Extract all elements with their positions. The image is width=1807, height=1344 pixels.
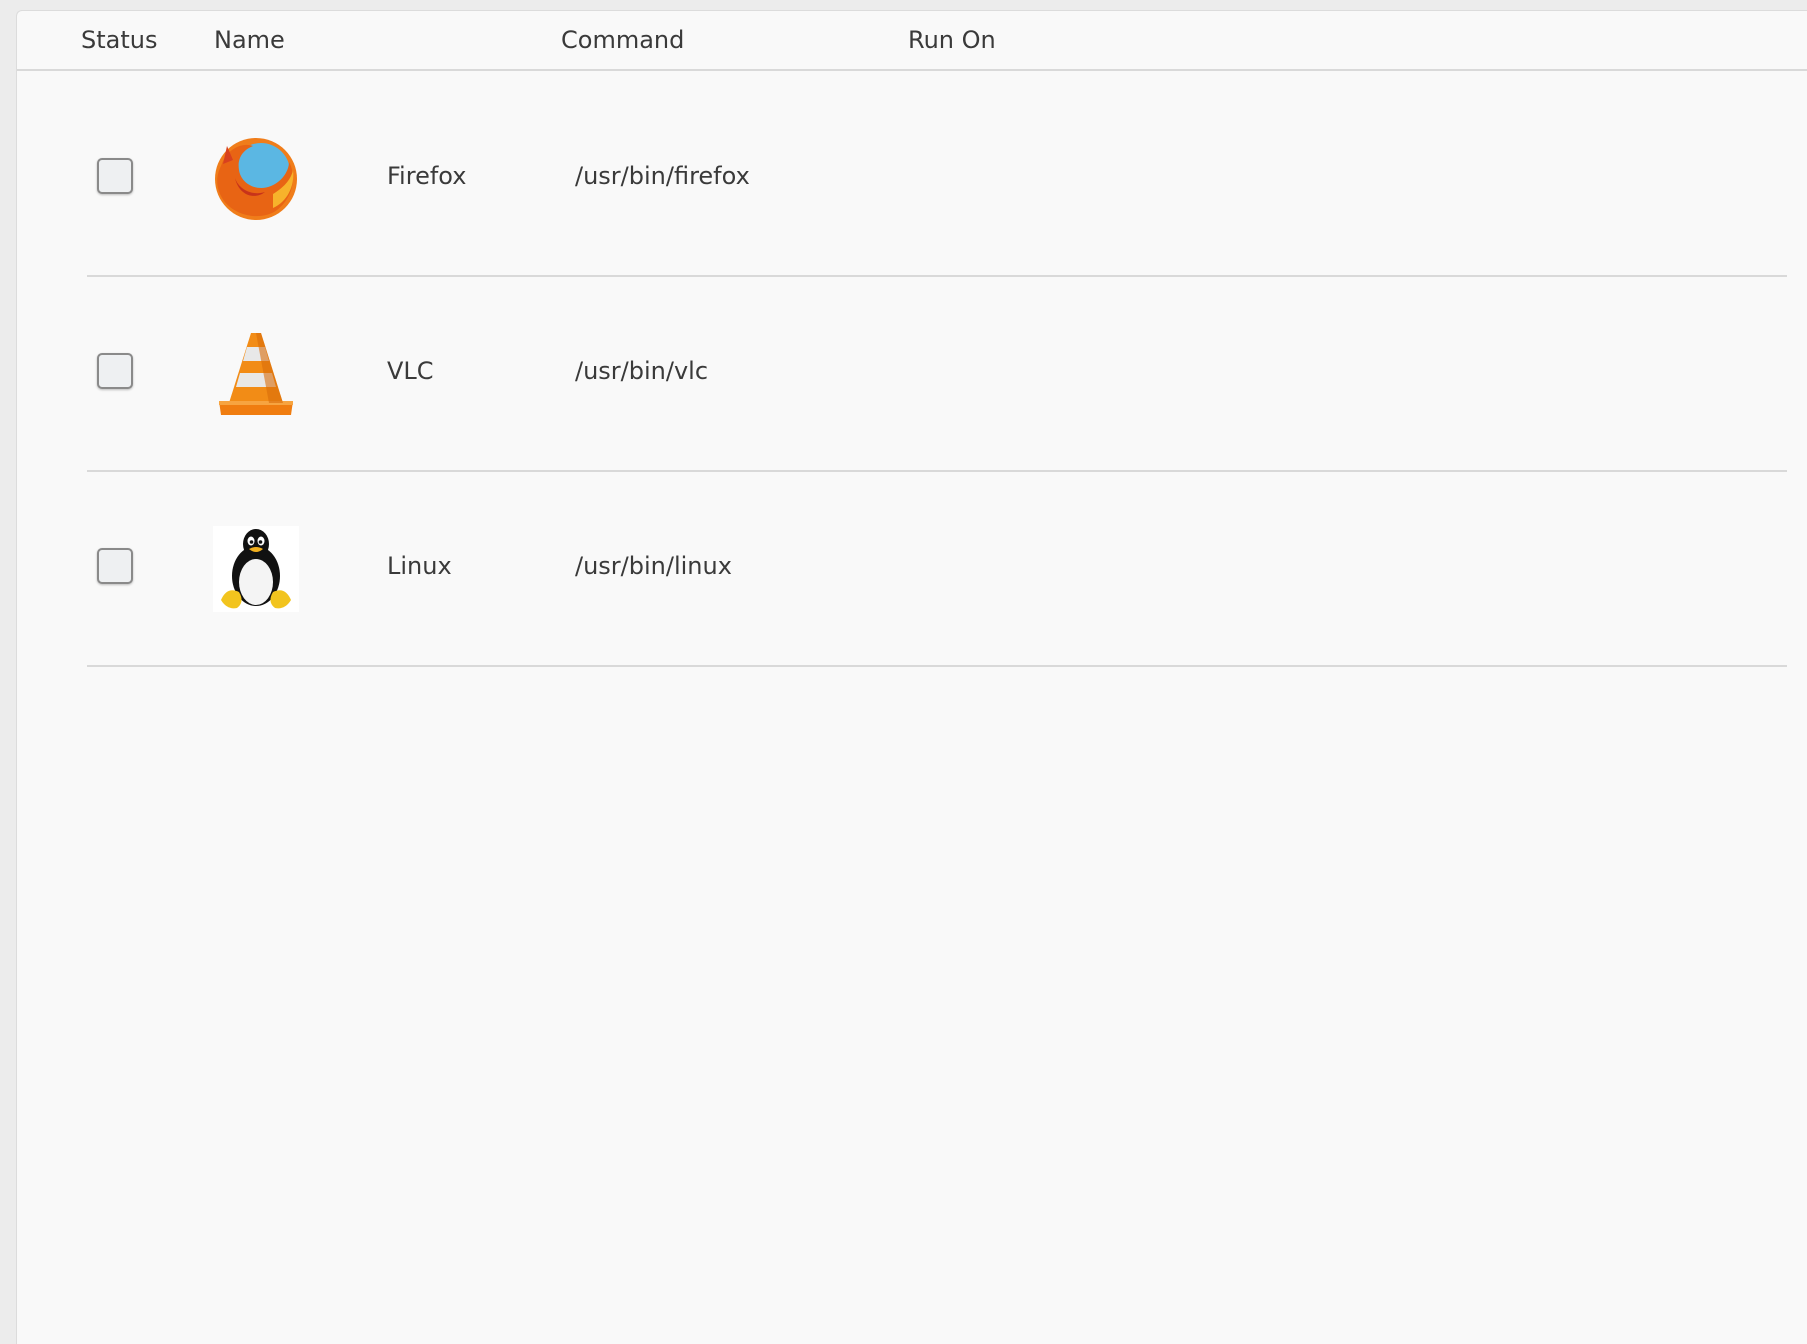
tux-penguin-icon xyxy=(213,526,299,612)
column-header-run-on[interactable]: Run On xyxy=(908,26,996,54)
table-row[interactable]: VLC /usr/bin/vlc xyxy=(87,276,1787,472)
app-command: /usr/bin/vlc xyxy=(575,357,709,385)
app-command: /usr/bin/firefox xyxy=(575,162,750,190)
column-header-status[interactable]: Status xyxy=(81,26,157,54)
startup-applications-panel: Status Name Command Run On Firefox /usr/… xyxy=(16,10,1807,1344)
vlc-cone-icon xyxy=(213,331,299,417)
table-row[interactable]: Firefox /usr/bin/firefox xyxy=(87,81,1787,277)
app-name: Linux xyxy=(387,552,452,580)
app-name: Firefox xyxy=(387,162,467,190)
table-row[interactable]: Linux /usr/bin/linux xyxy=(87,471,1787,667)
app-name: VLC xyxy=(387,357,434,385)
app-command: /usr/bin/linux xyxy=(575,552,732,580)
table-header: Status Name Command Run On xyxy=(17,11,1807,71)
status-checkbox[interactable] xyxy=(97,548,133,584)
status-checkbox[interactable] xyxy=(97,158,133,194)
column-header-command[interactable]: Command xyxy=(561,26,684,54)
status-checkbox[interactable] xyxy=(97,353,133,389)
firefox-icon xyxy=(213,136,299,222)
column-header-name[interactable]: Name xyxy=(214,26,285,54)
